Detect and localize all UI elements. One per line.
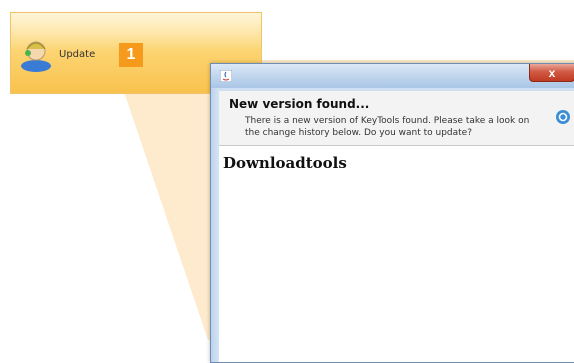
close-button[interactable]: x	[529, 64, 574, 82]
header-title: New version found...	[229, 97, 370, 111]
content-title: Downloadtools	[223, 154, 347, 172]
header-description: There is a new version of KeyTools found…	[245, 116, 530, 138]
window-frame	[211, 88, 219, 362]
info-icon	[556, 110, 570, 124]
dialog-titlebar: x	[211, 64, 574, 88]
user-update-icon	[17, 35, 55, 73]
change-history-content: Downloadtools	[219, 146, 574, 362]
step-badge: 1	[119, 43, 143, 67]
java-icon	[220, 70, 232, 82]
update-button[interactable]: Update	[17, 35, 95, 73]
dialog-header: New version found... There is a new vers…	[219, 91, 574, 146]
update-dialog: x New version found... There is a new ve…	[210, 63, 574, 363]
update-label: Update	[59, 48, 96, 60]
